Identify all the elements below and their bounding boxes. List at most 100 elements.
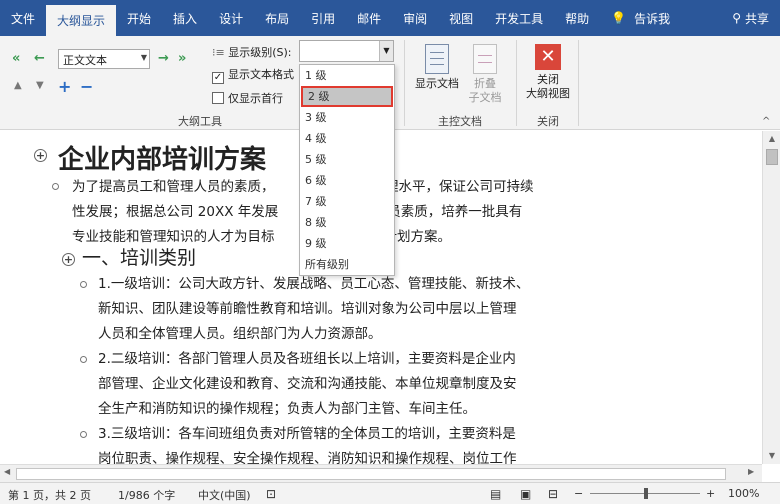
collapse-sub-label-2: 子文档 — [468, 91, 502, 104]
close-outline-view-button[interactable]: ✕ 关闭 大纲视图 — [520, 44, 576, 101]
scroll-up-icon[interactable]: ▲ — [763, 131, 780, 147]
print-layout-icon[interactable]: ▣ — [520, 487, 531, 501]
status-bar: 第 1 页，共 2 页 1/986 个字 中文(中国) ⊡ ▤ ▣ ⊟ − + … — [0, 482, 780, 504]
person-icon: ⚲ — [732, 11, 741, 25]
ribbon-tab-bar: 文件 大纲显示 开始 插入 设计 布局 引用 邮件 审阅 视图 开发工具 帮助 … — [0, 0, 780, 36]
show-level-icon: ⁝≡ — [212, 46, 225, 59]
language[interactable]: 中文(中国) — [198, 487, 251, 503]
close-label-2: 大纲视图 — [526, 87, 570, 100]
heading-training-categories[interactable]: 一、培训类别 — [82, 243, 196, 270]
heading-title[interactable]: 企业内部培训方案 — [58, 139, 266, 176]
level-option-7[interactable]: 7 级 — [300, 191, 394, 212]
item2-line-3[interactable]: 全生产和消防知识的操作规程；负责人为部门主管、车间主任。 — [98, 397, 476, 422]
level-option-1[interactable]: 1 级 — [300, 65, 394, 86]
tab-developer[interactable]: 开发工具 — [484, 0, 554, 36]
tab-view[interactable]: 视图 — [438, 0, 484, 36]
web-layout-icon[interactable]: ⊟ — [548, 487, 558, 501]
show-level-label: 显示级别(S): — [228, 46, 292, 59]
first-line-checkbox[interactable] — [212, 92, 224, 104]
tab-mailings[interactable]: 邮件 — [346, 0, 392, 36]
scroll-right-icon[interactable]: ▶ — [748, 467, 754, 476]
demote-to-body-icon[interactable]: » — [178, 51, 186, 66]
demote-icon[interactable]: → — [158, 51, 169, 66]
ribbon-separator — [516, 40, 517, 126]
expand-heading-icon[interactable]: + — [62, 253, 75, 266]
level-option-9[interactable]: 9 级 — [300, 233, 394, 254]
show-format-row[interactable]: ✓ 显示文本格式 — [212, 66, 294, 84]
body-bullet — [52, 183, 59, 190]
chevron-down-icon[interactable]: ▼ — [379, 41, 393, 61]
first-line-row[interactable]: 仅显示首行 — [212, 90, 283, 106]
level-option-2[interactable]: 2 级 — [301, 86, 393, 107]
page-count[interactable]: 第 1 页，共 2 页 — [8, 487, 91, 503]
zoom-level[interactable]: 100% — [728, 487, 759, 500]
move-down-icon[interactable]: ▼ — [36, 80, 44, 91]
item2-line-2[interactable]: 部管理、企业文化建设和教育、交流和沟通技能、本单位规章制度及安 — [98, 372, 517, 397]
level-option-6[interactable]: 6 级 — [300, 170, 394, 191]
ribbon-separator — [404, 40, 405, 126]
level-option-8[interactable]: 8 级 — [300, 212, 394, 233]
body-bullet — [80, 281, 87, 288]
tab-insert[interactable]: 插入 — [162, 0, 208, 36]
read-mode-icon[interactable]: ▤ — [490, 487, 501, 501]
share-label: 共享 — [744, 11, 769, 26]
intro-line-2[interactable]: 性发展；根据总公司 20XX 年发展 体人员素质，培养一批具有 — [72, 200, 522, 225]
lightbulb-icon: 💡 — [611, 11, 627, 25]
tell-me-label: 告诉我 — [634, 11, 671, 26]
master-document-group-label: 主控文档 — [438, 115, 482, 128]
outline-level-select[interactable]: 正文文本 ▼ — [58, 49, 150, 69]
collapse-subdocuments-button[interactable]: 折叠 子文档 — [462, 44, 508, 105]
vertical-scrollbar[interactable]: ▲ ▼ — [762, 131, 780, 464]
collapse-ribbon-icon[interactable]: ^ — [762, 116, 770, 127]
zoom-out-icon[interactable]: − — [574, 487, 583, 500]
collapse-icon[interactable]: − — [80, 77, 93, 96]
word-count[interactable]: 1/986 个字 — [118, 487, 175, 503]
item2-line-1[interactable]: 2.二级培训：各部门管理人员及各班组长以上培训，主要资料是企业内 — [98, 347, 516, 372]
item1-line-3[interactable]: 人员和全体管理人员。组织部门为人力资源部。 — [98, 322, 382, 347]
close-label-1: 关闭 — [537, 73, 559, 86]
promote-to-heading1-icon[interactable]: « — [12, 51, 20, 66]
ribbon-separator — [578, 40, 579, 126]
tab-outline[interactable]: 大纲显示 — [46, 5, 117, 36]
expand-icon[interactable]: + — [58, 77, 71, 96]
collapse-sub-label-1: 折叠 — [474, 77, 496, 90]
show-level-select[interactable]: ▼ — [299, 40, 394, 62]
show-document-label: 显示文档 — [415, 77, 459, 90]
tab-review[interactable]: 审阅 — [392, 0, 438, 36]
outline-level-value: 正文文本 — [63, 54, 107, 67]
close-icon: ✕ — [535, 44, 561, 70]
item3-line-2[interactable]: 岗位职责、操作规程、安全操作规程、消防知识和操作规程、岗位工作 — [98, 447, 517, 464]
tab-file[interactable]: 文件 — [0, 0, 46, 36]
tell-me[interactable]: 💡 告诉我 — [600, 0, 681, 36]
item1-line-2[interactable]: 新知识、团队建设等前瞻性教育和培训。培训对象为公司中层以上管理 — [98, 297, 517, 322]
level-option-5[interactable]: 5 级 — [300, 149, 394, 170]
show-document-button[interactable]: 显示文档 — [410, 44, 464, 91]
move-up-icon[interactable]: ▲ — [14, 80, 22, 91]
tab-references[interactable]: 引用 — [300, 0, 346, 36]
promote-icon[interactable]: ← — [34, 51, 45, 66]
tab-home[interactable]: 开始 — [116, 0, 162, 36]
body-bullet — [80, 356, 87, 363]
document-icon — [425, 44, 449, 74]
horizontal-scroll-thumb[interactable] — [16, 468, 726, 480]
chevron-down-icon: ▼ — [140, 53, 147, 62]
first-line-label: 仅显示首行 — [228, 92, 283, 105]
tab-layout[interactable]: 布局 — [254, 0, 300, 36]
level-option-all[interactable]: 所有级别 — [300, 254, 394, 275]
expand-heading-icon[interactable]: + — [34, 149, 47, 162]
level-option-4[interactable]: 4 级 — [300, 128, 394, 149]
tab-design[interactable]: 设计 — [208, 0, 254, 36]
horizontal-scrollbar[interactable]: ◀ ▶ — [0, 464, 762, 482]
level-option-3[interactable]: 3 级 — [300, 107, 394, 128]
close-group-label: 关闭 — [537, 115, 559, 128]
scroll-down-icon[interactable]: ▼ — [763, 448, 780, 464]
zoom-slider-thumb[interactable] — [644, 488, 648, 499]
show-format-checkbox[interactable]: ✓ — [212, 72, 224, 84]
tab-help[interactable]: 帮助 — [554, 0, 600, 36]
scroll-left-icon[interactable]: ◀ — [4, 467, 10, 476]
zoom-in-icon[interactable]: + — [706, 487, 715, 500]
scroll-thumb[interactable] — [766, 149, 778, 165]
share-button[interactable]: ⚲ 共享 — [721, 0, 780, 36]
accessibility-icon[interactable]: ⊡ — [266, 487, 276, 501]
item3-line-1[interactable]: 3.三级培训：各车间班组负责对所管辖的全体员工的培训，主要资料是 — [98, 422, 516, 447]
